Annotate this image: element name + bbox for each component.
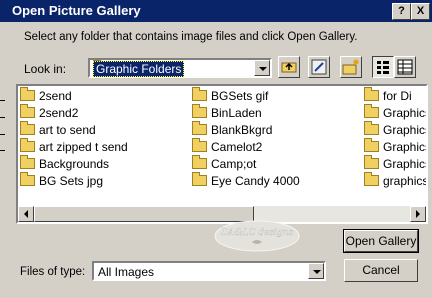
watermark-logo: DA&LC designs [214, 220, 300, 252]
chevron-down-icon[interactable] [254, 60, 270, 76]
list-view-button[interactable] [372, 56, 394, 78]
folder-icon [364, 121, 379, 135]
list-item[interactable]: BinLaden [192, 104, 262, 122]
up-folder-button[interactable] [278, 56, 300, 78]
folder-icon [192, 172, 207, 186]
background-edge [0, 117, 5, 118]
arrow-left-icon [24, 210, 28, 218]
folder-icon [192, 121, 207, 135]
folder-icon [20, 104, 35, 118]
folder-icon [192, 104, 207, 118]
details-view-button[interactable] [394, 56, 416, 78]
cancel-button[interactable]: Cancel [344, 259, 418, 282]
list-item[interactable]: BGSets gif [192, 87, 268, 105]
list-item[interactable]: Backgrounds [20, 155, 109, 173]
list-item[interactable]: Camp;ot [192, 155, 256, 173]
list-item[interactable]: BlankBkgrd [192, 121, 272, 139]
background-edge [0, 100, 5, 101]
list-item[interactable]: 2send2 [20, 104, 78, 122]
list-item[interactable]: Eye Candy 4000 [192, 172, 300, 190]
close-button[interactable]: X [411, 3, 430, 20]
list-item[interactable]: graphicst [364, 172, 426, 190]
title-bar: Open Picture Gallery ? X [0, 0, 432, 22]
file-list[interactable]: 2send 2send2 art to send art zipped t se… [16, 84, 428, 224]
open-gallery-button[interactable]: Open Gallery [343, 229, 419, 253]
list-item[interactable]: for Di [364, 87, 412, 105]
look-in-label: Look in: [24, 62, 67, 76]
folder-icon [192, 155, 207, 169]
folder-icon [20, 87, 35, 101]
list-item[interactable]: art zipped t send [20, 138, 128, 156]
folder-icon [364, 155, 379, 169]
list-view-icon [377, 61, 389, 74]
look-in-combo[interactable]: Graphic Folders [88, 58, 272, 78]
files-of-type-value: All Images [98, 265, 155, 279]
scroll-right-button[interactable] [410, 206, 426, 222]
background-edge [0, 134, 5, 135]
list-item[interactable]: Graphics [364, 155, 426, 173]
new-folder-button[interactable] [340, 56, 362, 78]
new-folder-icon [342, 59, 359, 75]
desktop-icon [311, 59, 327, 75]
list-item[interactable]: Graphics [364, 121, 426, 139]
background-edge [0, 150, 5, 151]
chevron-down-icon[interactable] [308, 263, 324, 279]
desktop-button[interactable] [308, 56, 330, 78]
window-title: Open Picture Gallery [12, 3, 141, 18]
svg-text:DA&LC designs: DA&LC designs [220, 228, 294, 238]
list-item[interactable]: art to send [20, 121, 96, 139]
list-item[interactable]: Camelot2 [192, 138, 262, 156]
folder-icon [364, 172, 379, 186]
scroll-left-button[interactable] [18, 206, 34, 222]
files-of-type-label: Files of type: [20, 266, 86, 278]
folder-icon [20, 138, 35, 152]
folder-icon [192, 138, 207, 152]
arrow-right-icon [416, 210, 420, 218]
folder-icon [20, 155, 35, 169]
look-in-value: Graphic Folders [93, 61, 185, 77]
help-button[interactable]: ? [392, 3, 411, 20]
list-item[interactable]: Graphics [364, 104, 426, 122]
list-item[interactable]: Graphics [364, 138, 426, 156]
folder-icon [20, 172, 35, 186]
up-folder-icon [281, 62, 297, 73]
list-item[interactable]: 2send [20, 87, 72, 105]
files-of-type-combo[interactable]: All Images [92, 261, 326, 281]
instructions-text: Select any folder that contains image fi… [24, 31, 358, 43]
list-item[interactable]: BG Sets jpg [20, 172, 103, 190]
folder-icon [364, 104, 379, 118]
details-view-icon [397, 59, 413, 75]
folder-icon [364, 138, 379, 152]
folder-icon [192, 87, 207, 101]
folder-icon [20, 121, 35, 135]
folder-icon [364, 87, 379, 101]
